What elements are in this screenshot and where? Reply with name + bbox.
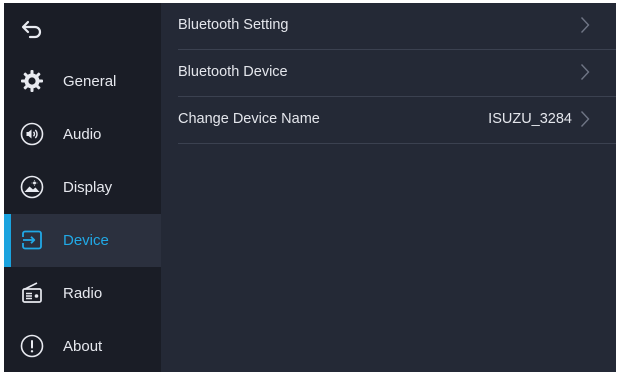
sidebar-item-display[interactable]: Display — [4, 161, 161, 214]
speaker-icon — [20, 122, 44, 146]
row-label: Bluetooth Setting — [178, 17, 289, 33]
change-device-name-row[interactable]: Change Device Name ISUZU_3284 — [178, 97, 616, 144]
device-settings-list: Bluetooth Setting Bluetooth Device Chang… — [161, 3, 616, 372]
gear-icon — [21, 70, 43, 92]
back-button[interactable] — [4, 3, 161, 55]
sidebar: General Audio Display Device Radio About — [4, 3, 161, 372]
device-input-icon — [22, 230, 42, 250]
row-label: Change Device Name — [178, 111, 320, 127]
sidebar-item-label: Radio — [63, 285, 103, 302]
chevron-right-icon — [580, 64, 590, 80]
sidebar-item-general[interactable]: General — [4, 55, 161, 108]
chevron-right-icon — [580, 17, 590, 33]
radio-icon — [22, 282, 42, 303]
bluetooth-setting-row[interactable]: Bluetooth Setting — [178, 3, 616, 50]
info-exclamation-icon — [20, 334, 44, 358]
settings-window: General Audio Display Device Radio About… — [4, 3, 616, 372]
back-arrow-icon — [21, 20, 42, 39]
device-name-value: ISUZU_3284 — [488, 111, 572, 127]
sidebar-item-label: Audio — [63, 126, 102, 143]
row-label: Bluetooth Device — [178, 64, 288, 80]
sidebar-nav: General Audio Display Device Radio About — [4, 55, 161, 372]
sidebar-item-label: About — [63, 338, 103, 355]
sidebar-item-about[interactable]: About — [4, 320, 161, 372]
sidebar-item-radio[interactable]: Radio — [4, 267, 161, 320]
sidebar-item-device[interactable]: Device — [4, 214, 161, 267]
bluetooth-device-row[interactable]: Bluetooth Device — [178, 50, 616, 97]
chevron-right-icon — [580, 111, 590, 127]
sidebar-item-audio[interactable]: Audio — [4, 108, 161, 161]
sidebar-item-label: Device — [63, 232, 109, 249]
sidebar-item-label: General — [63, 73, 117, 90]
sidebar-item-label: Display — [63, 179, 113, 196]
display-icon — [20, 175, 44, 199]
